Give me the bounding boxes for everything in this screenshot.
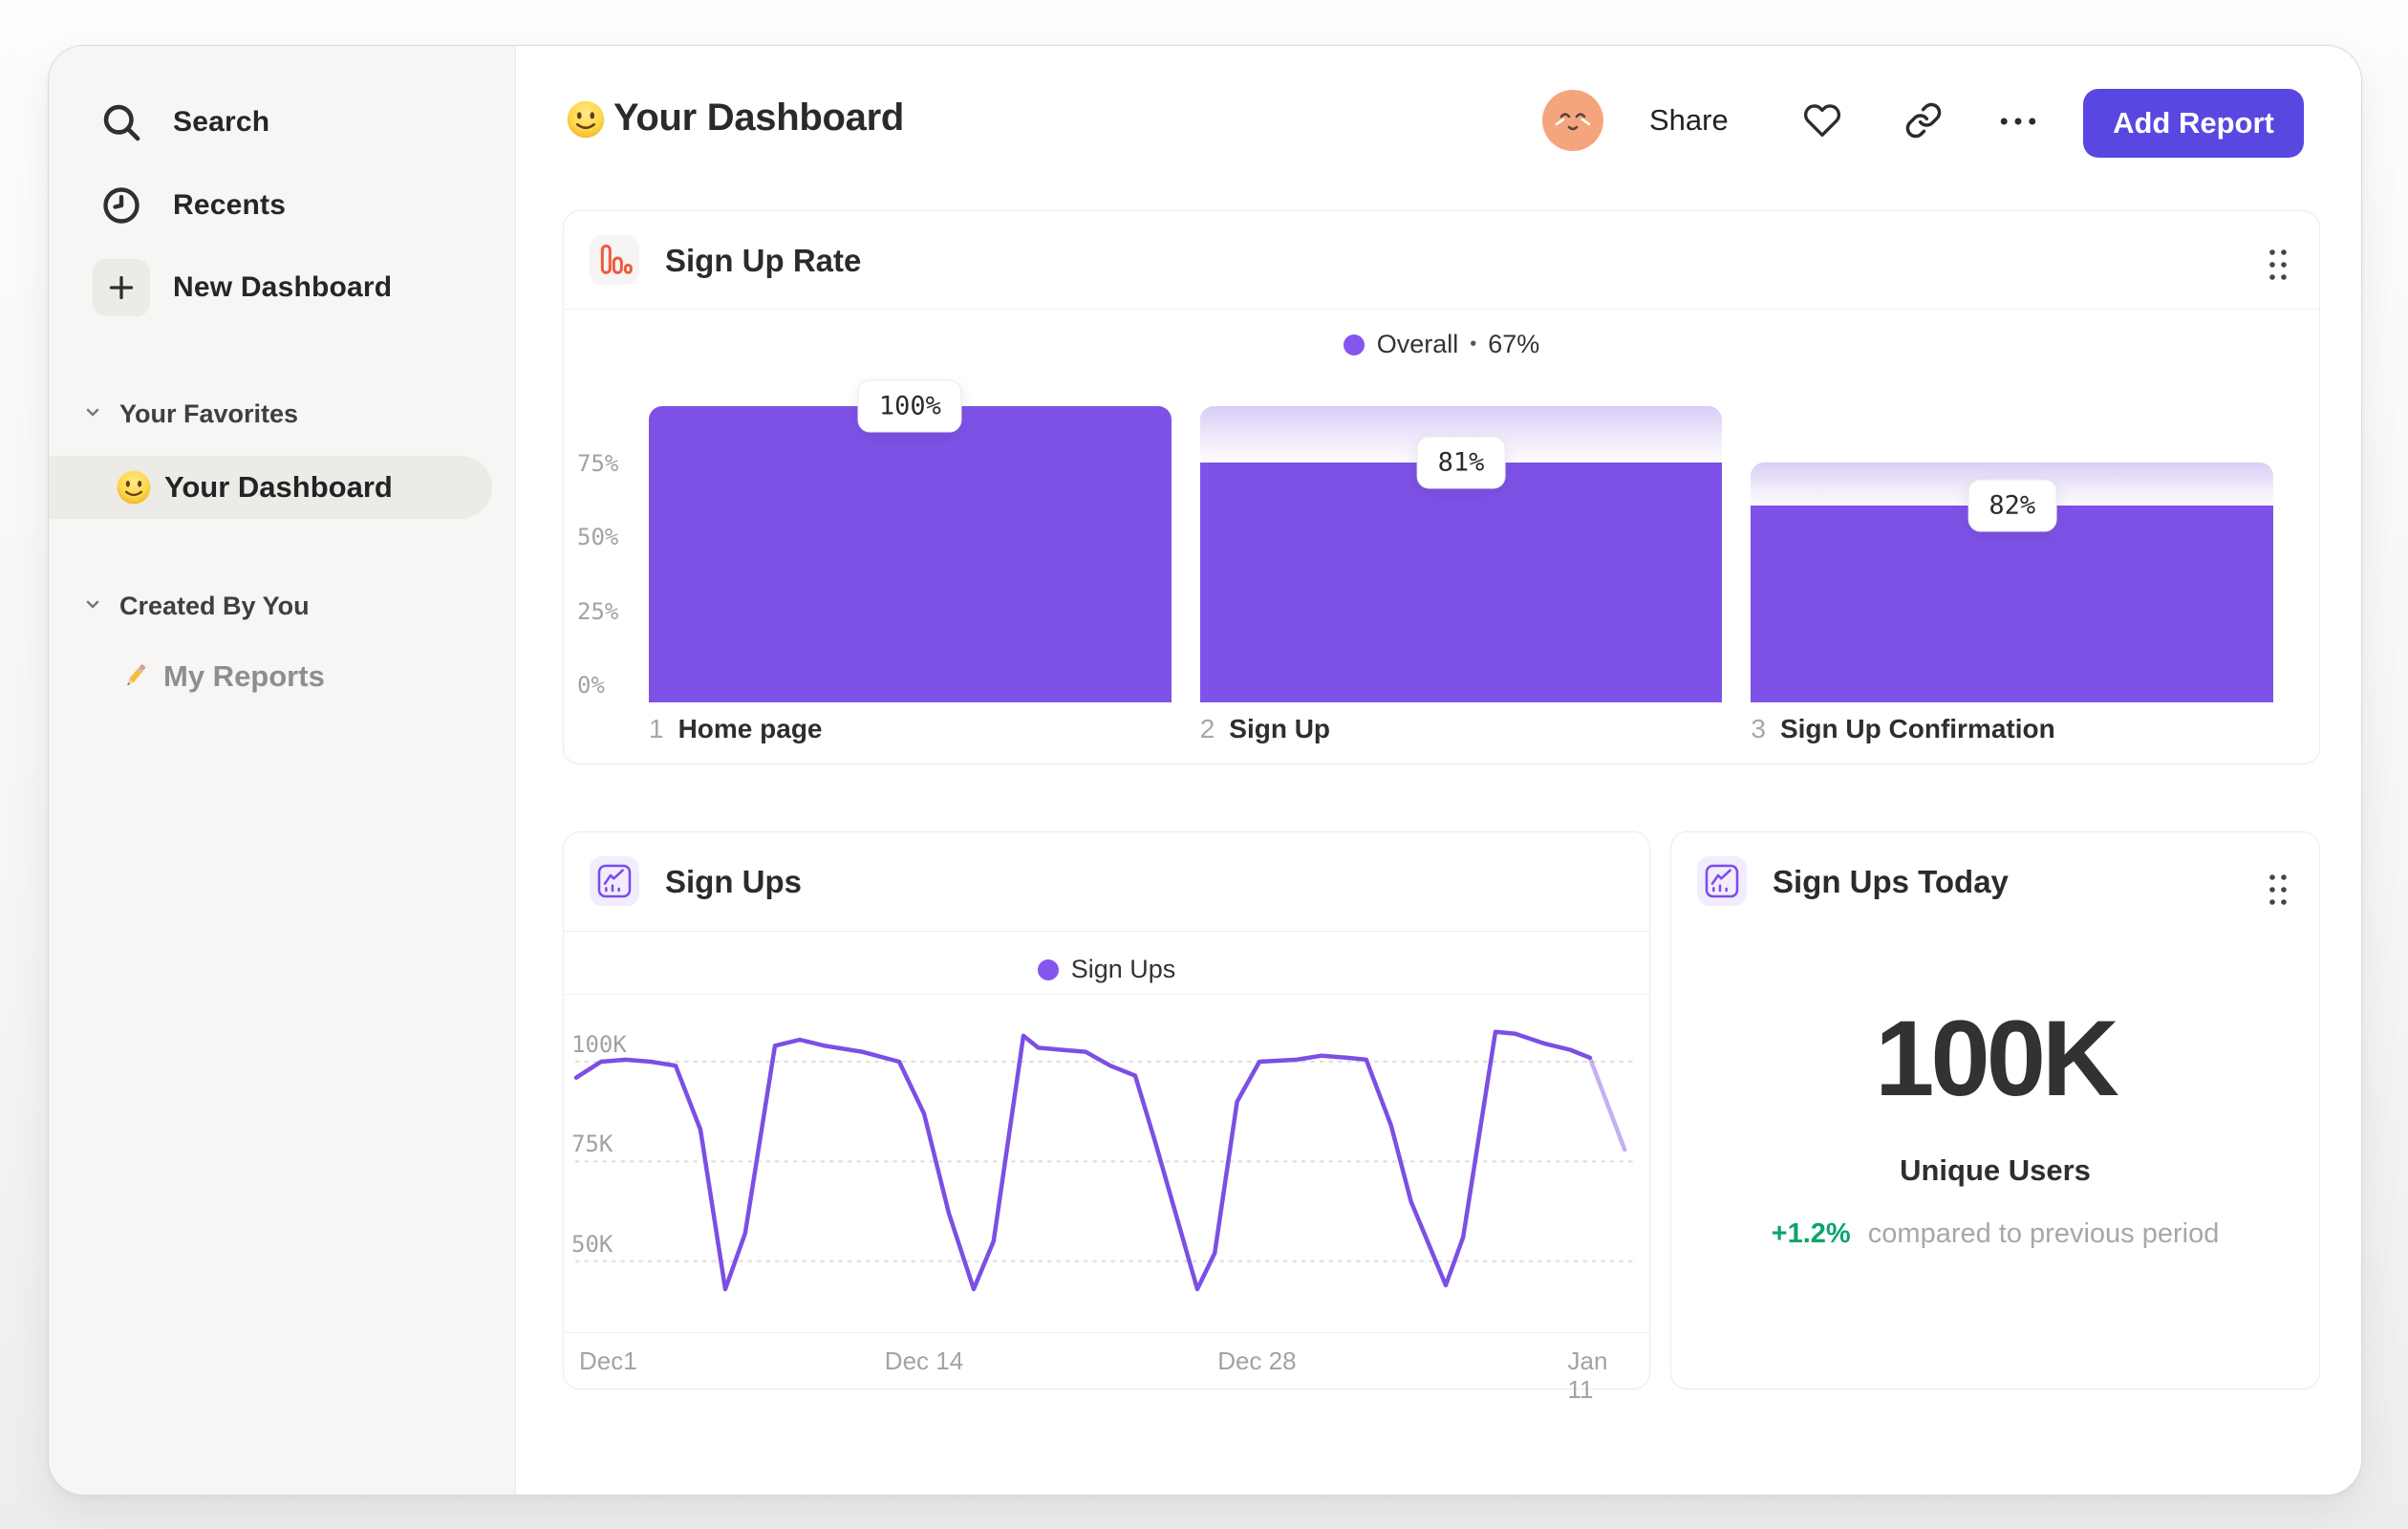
chevron-down-icon <box>81 592 104 620</box>
divider <box>564 931 1649 932</box>
funnel-y-tick: 75% <box>577 449 619 477</box>
funnel-bar <box>1199 462 1723 702</box>
step-name: Sign Up Confirmation <box>1779 714 2055 743</box>
legend-series: Sign Ups <box>1070 955 1176 983</box>
section-label: Your Favorites <box>119 398 299 428</box>
line-legend: Sign Ups <box>564 955 1649 984</box>
funnel-y-tick: 50% <box>577 524 619 550</box>
user-avatar[interactable] <box>1542 90 1603 151</box>
funnel-bar <box>1751 506 2274 702</box>
line-x-tick: Dec1 <box>579 1346 637 1375</box>
sidebar-item-recents[interactable]: Recents <box>98 175 286 236</box>
sidebar-item-label: My Reports <box>163 659 325 693</box>
conversion-badge: 82% <box>1967 479 2057 532</box>
favorite-heart-icon[interactable] <box>1803 101 1841 140</box>
section-label: Created By You <box>119 591 310 620</box>
card-sign-up-rate: Sign Up Rate Overall • 67% 75% 50% 25% 0% 10… <box>563 210 2320 764</box>
legend-dot-icon <box>1037 958 1059 980</box>
line-chart-icon <box>590 856 639 906</box>
delta-caption: compared to previous period <box>1867 1218 2220 1249</box>
funnel-y-tick: 0% <box>577 672 605 699</box>
funnel-plot: 75% 50% 25% 0% 100% 1 Home page 81% 2 Sign Up 82% 3… <box>564 211 2319 764</box>
conversion-badge: 81% <box>1416 436 1506 489</box>
step-index: 2 <box>1199 714 1215 743</box>
section-your-favorites[interactable]: Your Favorites <box>81 398 298 430</box>
clock-icon <box>98 183 144 228</box>
sidebar-item-label: Your Dashboard <box>164 470 393 504</box>
delta-percent: +1.2% <box>1771 1218 1851 1249</box>
funnel-step-label: 3 Sign Up Confirmation <box>1751 714 2054 744</box>
sidebar: Search Recents New Dashboard Your Favori… <box>49 46 516 1495</box>
card-title: Sign Ups <box>665 864 803 899</box>
signups-line-chart <box>573 1029 1639 1292</box>
drag-handle-icon[interactable] <box>2266 871 2290 909</box>
chevron-down-icon <box>81 400 104 428</box>
stat-value: 100K <box>1875 999 2119 1118</box>
sidebar-item-my-reports[interactable]: My Reports <box>118 651 325 702</box>
section-created-by-you[interactable]: Created By You <box>81 590 310 622</box>
copy-link-icon[interactable] <box>1904 101 1943 140</box>
smiley-emoji-icon <box>566 99 606 140</box>
add-report-button[interactable]: Add Report <box>2083 89 2304 158</box>
pencil-emoji-icon <box>118 659 152 694</box>
sidebar-item-search[interactable]: Search <box>98 92 269 153</box>
main-content: Your Dashboard Share Add Report Sign Up … <box>516 46 2361 1495</box>
search-icon <box>98 99 144 145</box>
step-name: Sign Up <box>1229 714 1331 743</box>
card-sign-ups: Sign Ups Sign Ups 100K 75K 50K Dec1 Dec 14 D… <box>563 831 1650 1404</box>
funnel-y-tick: 25% <box>577 597 619 625</box>
line-y-tick: 75K <box>571 1131 613 1158</box>
page-title: Your Dashboard <box>613 97 904 139</box>
app-window: Search Recents New Dashboard Your Favori… <box>48 45 2362 1496</box>
conversion-badge: 100% <box>857 379 962 433</box>
more-options-icon[interactable] <box>1999 115 2037 128</box>
line-x-tick: Dec 14 <box>884 1346 964 1375</box>
sidebar-item-label: Search <box>173 106 270 138</box>
line-x-tick: Dec 28 <box>1217 1346 1297 1375</box>
sidebar-item-label: New Dashboard <box>173 271 393 303</box>
line-x-tick: Jan 11 <box>1567 1346 1608 1404</box>
funnel-bar <box>649 406 1172 702</box>
sidebar-item-your-dashboard[interactable]: Your Dashboard <box>49 456 492 519</box>
step-index: 1 <box>649 714 664 743</box>
funnel-step-label: 2 Sign Up <box>1200 714 1330 744</box>
divider <box>564 1332 1649 1333</box>
sidebar-item-new-dashboard[interactable]: New Dashboard <box>93 257 393 318</box>
plus-icon <box>93 259 150 316</box>
line-chart-icon <box>1697 856 1747 906</box>
card-title: Sign Ups Today <box>1773 864 2009 899</box>
stat-delta: +1.2% compared to previous period <box>1671 1218 2319 1250</box>
step-index: 3 <box>1751 714 1766 743</box>
line-y-tick: 100K <box>571 1031 627 1058</box>
share-button[interactable]: Share <box>1649 103 1729 138</box>
line-y-tick: 50K <box>571 1230 613 1258</box>
funnel-step-label: 1 Home page <box>649 714 823 744</box>
stat-label: Unique Users <box>1900 1153 2091 1187</box>
smiley-emoji-icon <box>116 469 152 506</box>
sidebar-item-label: Recents <box>173 189 287 221</box>
step-name: Home page <box>677 714 823 743</box>
card-sign-ups-today: Sign Ups Today 100K Unique Users +1.2% c… <box>1670 831 2320 1389</box>
